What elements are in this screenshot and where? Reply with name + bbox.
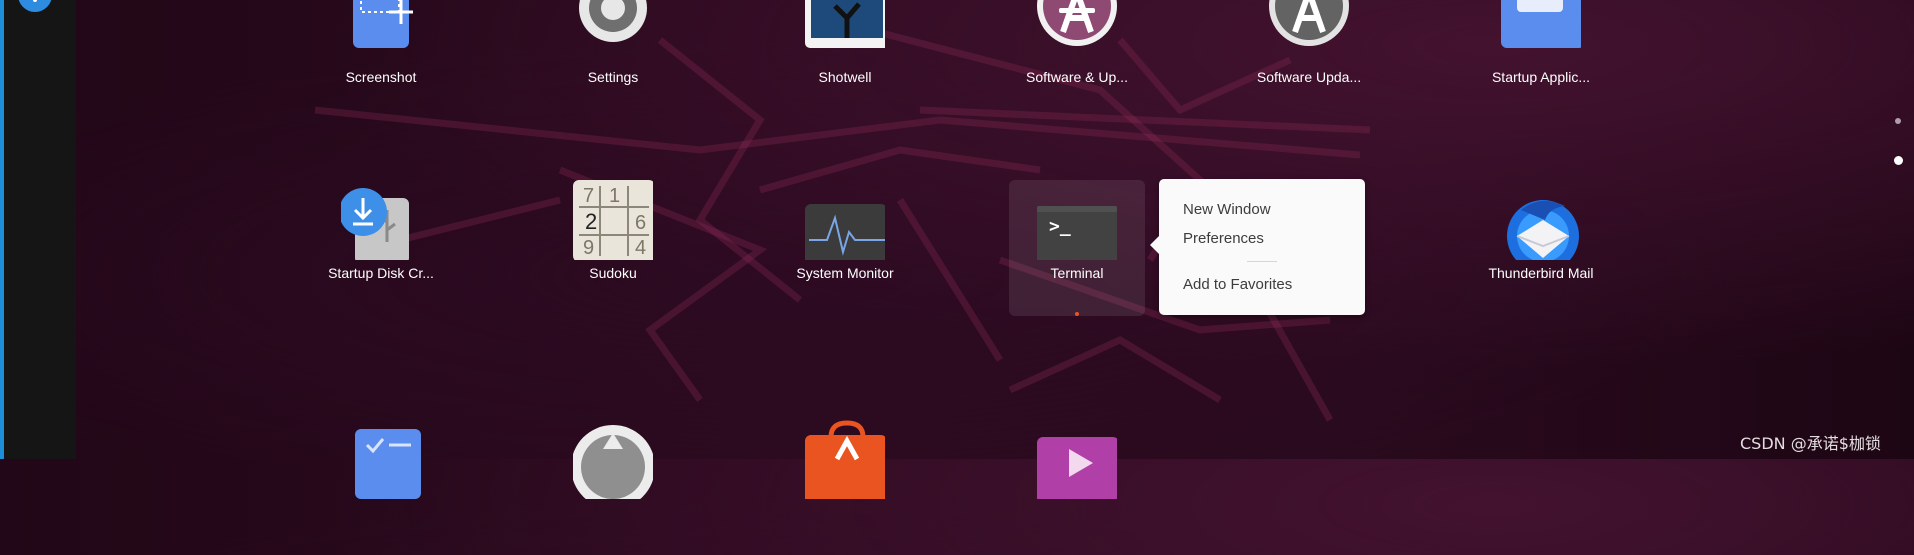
app-label: Startup Applic... [1491,69,1591,85]
app-tile-sudoku[interactable]: 7 1 2 6 9 4 Sudoku [545,180,681,316]
startup-applications-icon [1501,0,1581,48]
app-tile-disks[interactable] [545,419,681,555]
app-tile-shotwell[interactable]: Shotwell [777,0,913,120]
app-label: Screenshot [345,69,417,85]
page-indicator-1[interactable] [1895,118,1901,124]
thunderbird-icon [1507,200,1579,260]
app-label: Software & Up... [1026,69,1128,85]
system-monitor-icon [805,204,885,260]
sudoku-digit: 7 [583,185,594,207]
shotwell-icon [805,0,885,48]
sudoku-digit: 4 [635,237,646,259]
sudoku-icon: 7 1 2 6 9 4 [573,180,653,260]
watermark: CSDN @承诺$枷锁 [1740,434,1881,453]
software-properties-icon [1037,0,1117,46]
app-tile-software-properties[interactable]: Software & Up... [1009,0,1145,120]
sudoku-digit: 6 [635,212,646,234]
todo-icon [355,429,421,499]
app-tile-startup-applications[interactable]: Startup Applic... [1473,0,1609,120]
app-label: Startup Disk Cr... [328,265,434,281]
app-tile-terminal[interactable]: >_ Terminal [1009,180,1145,316]
screenshot-icon [353,0,413,48]
app-tile-settings[interactable]: Settings [545,0,681,120]
app-tile-todo[interactable] [313,419,449,555]
app-label: System Monitor [796,265,894,281]
gear-icon [579,0,647,42]
terminal-prompt: >_ [1049,216,1071,237]
app-tile-screenshot[interactable]: Screenshot [313,0,449,120]
page-indicator-2[interactable] [1894,156,1903,165]
menu-item-preferences[interactable]: Preferences [1183,230,1264,247]
videos-icon [1037,437,1117,499]
menu-item-add-to-favorites[interactable]: Add to Favorites [1183,276,1292,293]
app-tile-software-updater[interactable]: Software Upda... [1241,0,1377,120]
app-label: Shotwell [818,69,872,85]
app-tile-thunderbird[interactable]: Thunderbird Mail [1473,180,1609,316]
app-label: Thunderbird Mail [1488,265,1594,281]
sudoku-digit: 2 [585,209,597,234]
app-label: Settings [587,69,639,85]
disk-icon [573,425,653,499]
terminal-icon: >_ [1037,206,1117,260]
sudoku-digit: 9 [583,237,594,259]
app-tile-system-monitor[interactable]: System Monitor [777,180,913,316]
usb-creator-icon [341,188,409,260]
background-wallpaper [314,26,1371,422]
menu-item-new-window[interactable]: New Window [1183,201,1271,218]
app-tile-software-store[interactable] [777,419,913,555]
app-label: Sudoku [589,265,637,281]
context-menu: New Window Preferences Add to Favorites [1150,179,1365,315]
menu-separator [1247,261,1277,262]
app-label: Software Upda... [1256,69,1362,85]
software-store-icon [805,420,885,499]
dock [0,0,76,459]
dock-app-icon[interactable] [18,0,52,12]
app-tile-videos[interactable] [1009,419,1145,555]
app-tile-startup-disk-creator[interactable]: Startup Disk Cr... [313,180,449,316]
app-label: Terminal [1050,265,1104,281]
sudoku-digit: 1 [609,185,620,207]
running-indicator [1075,312,1079,316]
software-updater-icon [1269,0,1349,46]
